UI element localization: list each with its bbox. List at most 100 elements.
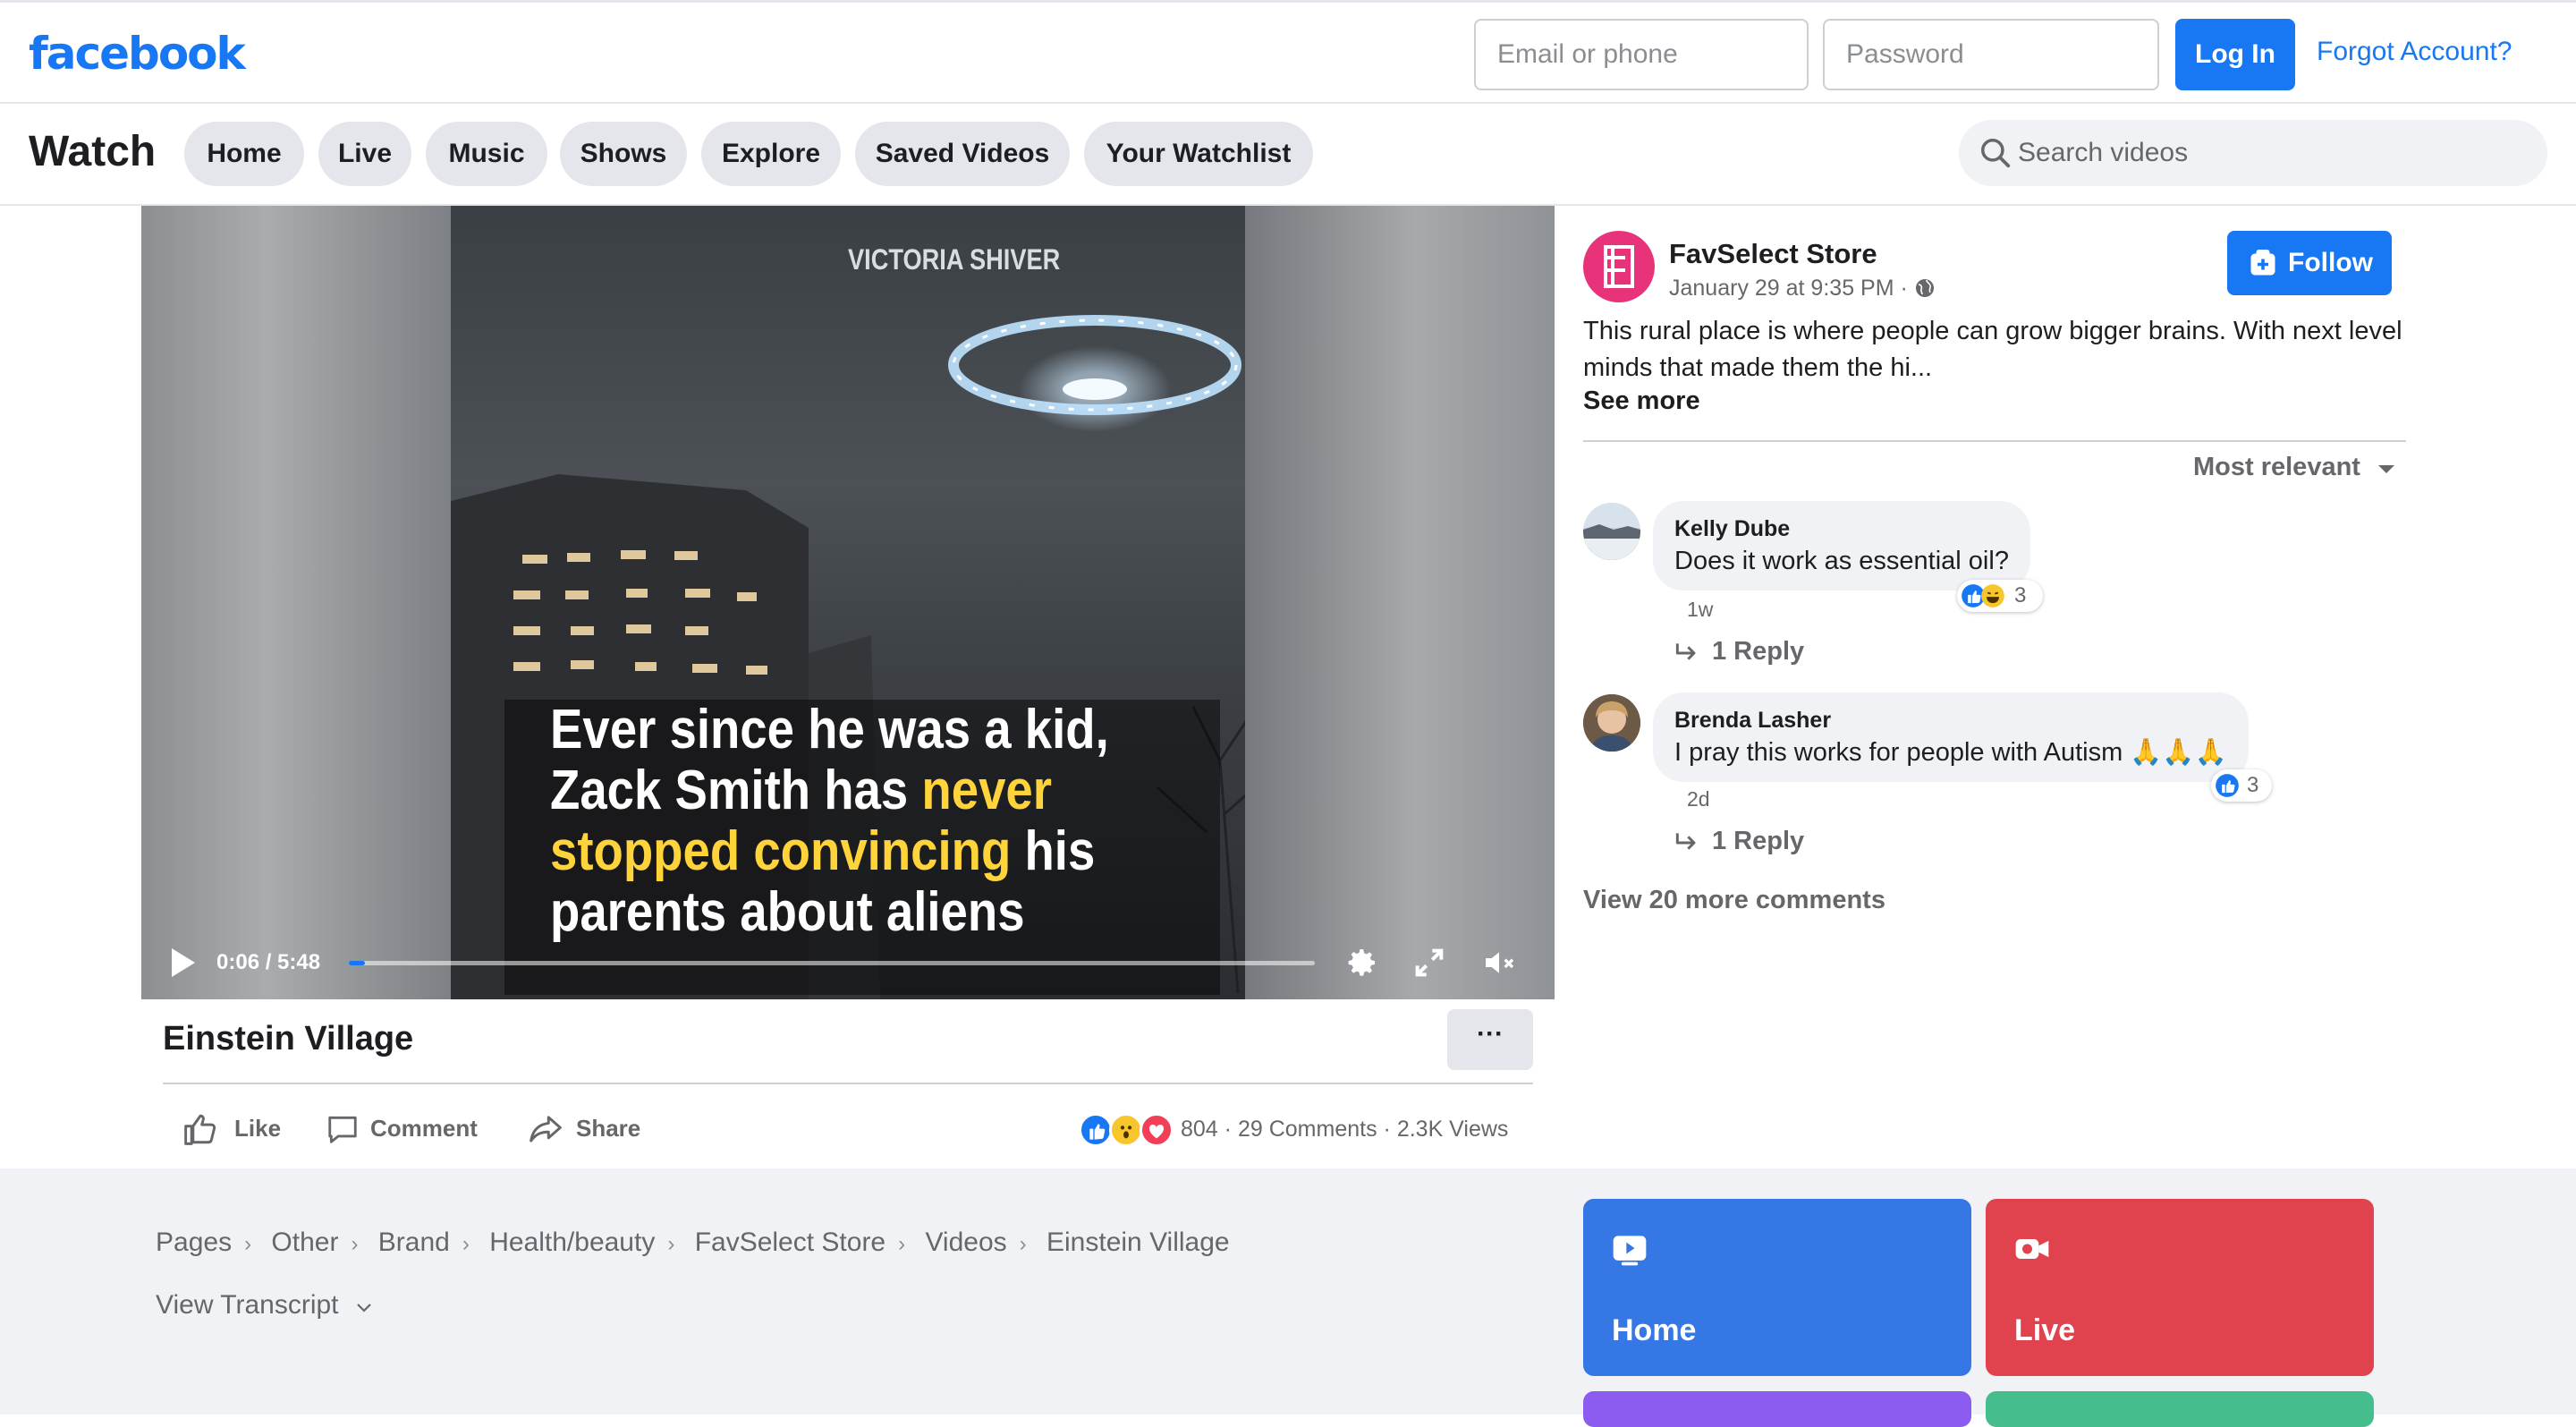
reply-arrow-icon [1675,833,1696,850]
comment-author[interactable]: Kelly Dube [1674,514,2009,544]
page-avatar[interactable] [1583,231,1655,302]
tab-explore[interactable]: Explore [701,122,841,186]
share-icon [530,1116,562,1142]
haha-reaction-icon [1981,584,2004,607]
like-reaction-icon [2216,774,2239,797]
comment-reactions[interactable]: 3 [1957,580,2043,612]
post-stats: 804 · 29 Comments · 2.3K Views [1079,1109,1535,1149]
follow-page-icon [2250,250,2275,276]
breadcrumb-item[interactable]: Pages [156,1227,232,1257]
video-player[interactable]: VICTORIA SHIVER Ever since he was a kid,… [141,206,1555,999]
tab-your-watchlist[interactable]: Your Watchlist [1084,122,1313,186]
reaction-count[interactable]: 804 [1181,1117,1218,1142]
caption-line-3: stopped convincing his [550,820,1096,882]
video-caption: Ever since he was a kid, Zack Smith has … [550,700,1148,943]
volume-muted-icon[interactable] [1481,945,1517,981]
caption-line-1: Ever since he was a kid, [550,699,1109,760]
progress-fill [349,961,366,965]
comment-icon [328,1116,357,1143]
reaction-count: 3 [2247,773,2259,797]
email-field[interactable]: Email or phone [1474,19,1809,90]
tab-home[interactable]: Home [184,122,304,186]
divider [163,1083,1533,1084]
page-name[interactable]: FavSelect Store [1669,238,1877,270]
comment-text: I pray this works for people with Autism… [1674,738,2227,767]
share-button[interactable]: Share [528,1106,653,1151]
tile-partial[interactable] [1583,1391,1971,1427]
tile-label: Home [1612,1313,1697,1347]
sort-comments-dropdown[interactable]: Most relevant [2193,453,2396,482]
search-input[interactable]: Search videos [1959,120,2547,186]
like-reaction-icon [1079,1113,1113,1147]
follow-label: Follow [2288,248,2373,277]
settings-gear-icon[interactable] [1343,945,1379,981]
comment-text: Does it work as essential oil? [1674,547,2009,575]
play-icon[interactable] [168,947,197,979]
breadcrumb: Pages › Other › Brand › Health/beauty › FavS… [156,1227,1230,1257]
comment-reactions[interactable]: 3 [2211,769,2272,802]
tab-live[interactable]: Live [318,122,411,186]
fullscreen-icon[interactable] [1411,945,1447,981]
video-time: 0:06 / 5:48 [216,950,321,974]
video-controls: 0:06 / 5:48 [141,930,1555,999]
facebook-logo[interactable]: facebook [29,28,246,80]
thumbs-up-icon [184,1114,216,1145]
login-button[interactable]: Log In [2175,19,2295,90]
tile-partial[interactable] [1986,1391,2374,1427]
video-play-icon [1613,1236,1647,1266]
follow-button[interactable]: Follow [2227,231,2392,295]
video-watermark: VICTORIA SHIVER [848,243,1061,276]
video-blur-right [1245,206,1555,999]
breadcrumb-item[interactable]: Health/beauty [489,1227,655,1257]
tile-label: Live [2014,1313,2076,1347]
stats-line: 804 · 29 Comments · 2.3K Views [1181,1117,1509,1142]
views-count: 2.3K Views [1396,1117,1509,1142]
password-field[interactable]: Password [1823,19,2159,90]
live-camera-icon [2015,1239,2049,1259]
globe-icon [1915,279,1934,297]
comment-bubble: Kelly Dube Does it work as essential oil… [1653,501,2030,590]
caption-line-2: Zack Smith has never [550,760,1053,821]
tab-music[interactable]: Music [426,122,547,186]
chevron-down-icon [357,1304,371,1312]
tile-home[interactable]: Home [1583,1199,1971,1376]
search-icon [1981,139,2011,168]
comment-label: Comment [370,1115,478,1142]
more-options-button[interactable]: ··· [1447,1009,1533,1070]
breadcrumb-item[interactable]: Other [271,1227,338,1257]
post-text: This rural place is where people can gro… [1583,317,2402,382]
comment-time[interactable]: 1w [1687,598,1713,622]
video-title: Einstein Village [163,1020,414,1058]
tab-shows[interactable]: Shows [560,122,687,186]
view-more-comments-link[interactable]: View 20 more comments [1583,886,1885,915]
avatar[interactable] [1583,694,1640,752]
tab-saved-videos[interactable]: Saved Videos [855,122,1070,186]
video-blur-left [141,206,451,999]
comment-bubble: Brenda Lasher I pray this works for peop… [1653,692,2249,782]
search-placeholder: Search videos [2018,138,2189,167]
breadcrumb-item[interactable]: Brand [378,1227,450,1257]
progress-bar[interactable] [349,961,1315,965]
comment-button[interactable]: Comment [326,1106,487,1151]
like-button[interactable]: Like [182,1106,299,1151]
top-bar: facebook Email or phone Password Log In … [0,0,2576,104]
view-transcript-toggle[interactable]: View Transcript [156,1290,373,1321]
forgot-account-link[interactable]: Forgot Account? [2317,37,2512,67]
comments-count[interactable]: 29 Comments [1238,1117,1377,1142]
page-title: Watch [29,128,157,175]
see-more-link[interactable]: See more [1583,386,1700,416]
avatar[interactable] [1583,503,1640,560]
reaction-count: 3 [2014,583,2027,607]
breadcrumb-item[interactable]: Einstein Village [1046,1227,1230,1257]
breadcrumb-item[interactable]: FavSelect Store [695,1227,886,1257]
share-label: Share [576,1115,641,1142]
breadcrumb-item[interactable]: Videos [925,1227,1006,1257]
comment-time[interactable]: 2d [1687,787,1710,811]
comment-author[interactable]: Brenda Lasher [1674,705,2227,735]
caret-down-icon [2378,465,2395,473]
tile-live[interactable]: Live [1986,1199,2374,1376]
reply-arrow-icon [1675,643,1696,660]
store-logo-icon [1604,245,1634,288]
watch-nav: Watch Home Live Music Shows Explore Save… [0,104,2576,206]
like-label: Like [234,1115,282,1142]
